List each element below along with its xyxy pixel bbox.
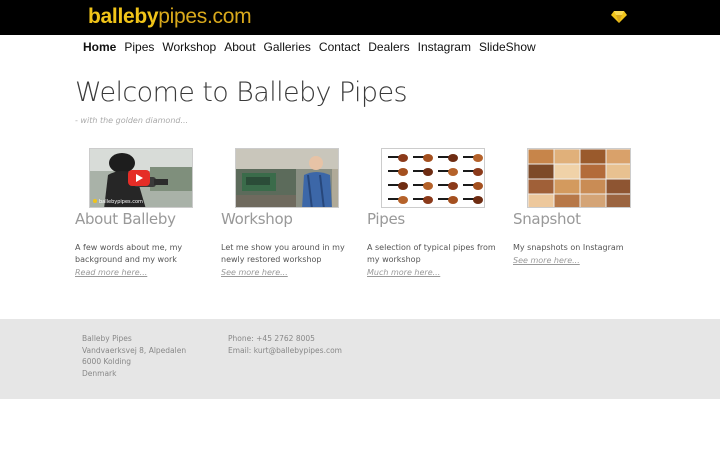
- collage-tile: [580, 194, 606, 207]
- nav-item-contact[interactable]: Contact: [319, 38, 360, 56]
- collage-tile: [606, 179, 630, 194]
- collage-tile: [554, 194, 580, 207]
- card-title: Snapshot: [513, 210, 581, 228]
- thumb-caption: ballebypipes.com: [99, 199, 143, 205]
- page-tagline: - with the golden diamond...: [75, 116, 189, 125]
- see-more-link[interactable]: See more here...: [221, 268, 288, 277]
- footer-contact: Phone: +45 2762 8005 Email: kurt@balleby…: [228, 333, 342, 356]
- workshop-photo-icon[interactable]: [235, 148, 339, 208]
- footer-street: Vandvaerksvej 8, Alpedalen: [82, 345, 187, 355]
- footer-address: Balleby Pipes Vandvaerksvej 8, Alpedalen…: [82, 333, 186, 379]
- page-title: Welcome to Balleby Pipes: [75, 77, 408, 108]
- collage-tile: [528, 149, 554, 164]
- card-text: Let me show you around in my newly resto…: [221, 243, 345, 264]
- card-title: Workshop: [221, 210, 293, 228]
- instagram-collage-icon[interactable]: [527, 148, 631, 208]
- logo-bold-text: balleby: [88, 5, 159, 28]
- footer-email[interactable]: Email: kurt@ballebypipes.com: [228, 345, 342, 357]
- collage-tile: [580, 164, 606, 179]
- logo-rest-text: pipes.com: [158, 5, 252, 28]
- nav-item-workshop[interactable]: Workshop: [162, 38, 216, 56]
- card-text: My snapshots on Instagram: [513, 243, 624, 252]
- card-text: A few words about me, my background and …: [75, 243, 183, 264]
- footer-city: 6000 Kolding: [82, 357, 132, 366]
- footer-country: Denmark: [82, 368, 117, 378]
- video-thumbnail-icon[interactable]: ballebypipes.com: [89, 148, 193, 208]
- card-title: About Balleby: [75, 210, 176, 228]
- nav-item-pipes[interactable]: Pipes: [124, 38, 154, 56]
- collage-tile: [580, 179, 606, 194]
- footer: Balleby Pipes Vandvaerksvej 8, Alpedalen…: [0, 319, 720, 399]
- main-nav: Home Pipes Workshop About Galleries Cont…: [83, 38, 544, 56]
- pipe-grid-icon[interactable]: [381, 148, 485, 208]
- card-title: Pipes: [367, 210, 405, 228]
- nav-item-dealers[interactable]: Dealers: [368, 38, 409, 56]
- collage-tile: [606, 149, 630, 164]
- collage-tile: [606, 164, 630, 179]
- nav-item-home[interactable]: Home: [83, 38, 116, 56]
- collage-tile: [554, 179, 580, 194]
- card-text: A selection of typical pipes from my wor…: [367, 243, 496, 264]
- nav-item-instagram[interactable]: Instagram: [418, 38, 471, 56]
- footer-phone[interactable]: Phone: +45 2762 8005: [228, 333, 342, 345]
- golden-diamond-icon: [611, 11, 627, 23]
- collage-tile: [606, 194, 630, 207]
- collage-tile: [528, 194, 554, 207]
- collage-tile: [554, 164, 580, 179]
- collage-tile: [528, 164, 554, 179]
- footer-company: Balleby Pipes: [82, 334, 132, 343]
- site-logo[interactable]: ballebypipes.com: [88, 4, 252, 30]
- see-more-link[interactable]: See more here...: [513, 256, 580, 265]
- collage-tile: [554, 149, 580, 164]
- nav-item-slideshow[interactable]: SlideShow: [479, 38, 536, 56]
- nav-item-galleries[interactable]: Galleries: [264, 38, 311, 56]
- top-bar: ballebypipes.com: [0, 0, 720, 35]
- nav-item-about[interactable]: About: [224, 38, 255, 56]
- collage-tile: [528, 179, 554, 194]
- much-more-link[interactable]: Much more here...: [367, 268, 440, 277]
- collage-tile: [580, 149, 606, 164]
- read-more-link[interactable]: Read more here...: [75, 268, 147, 277]
